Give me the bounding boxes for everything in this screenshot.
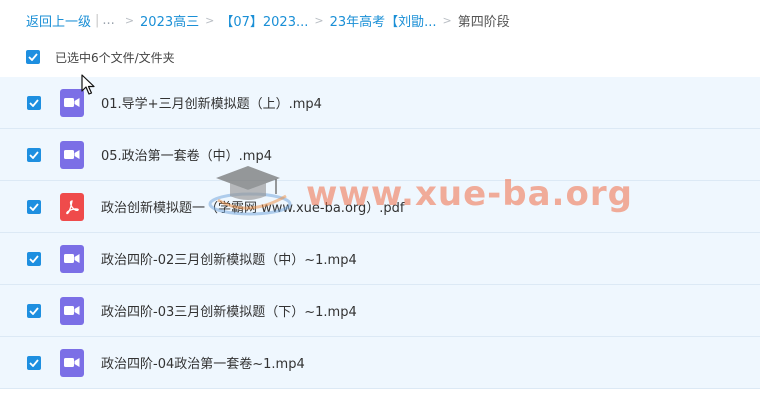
select-all-checkbox[interactable]	[26, 50, 40, 64]
breadcrumb-item[interactable]: 【07】2023...	[220, 11, 308, 30]
video-file-icon	[60, 244, 84, 273]
row-checkbox[interactable]	[27, 303, 41, 318]
check-icon	[28, 53, 38, 61]
video-file-icon	[60, 140, 84, 169]
file-row[interactable]: 政治四阶-04政治第一套卷~1.mp4	[0, 337, 760, 389]
video-file-icon	[60, 348, 84, 377]
row-checkbox[interactable]	[27, 199, 41, 214]
breadcrumb-divider: |	[95, 12, 100, 28]
selection-bar: 已选中6个文件/文件夹	[26, 48, 175, 66]
breadcrumb-item[interactable]: 2023高三	[140, 11, 199, 30]
breadcrumb-ellipsis[interactable]: ...	[102, 13, 114, 28]
check-icon	[29, 306, 39, 315]
chevron-right-icon: >	[314, 13, 324, 27]
pdf-file-icon	[60, 192, 84, 221]
breadcrumb-current: 第四阶段	[457, 14, 510, 30]
row-checkbox[interactable]	[27, 95, 41, 110]
check-icon	[29, 98, 39, 107]
file-row[interactable]: 政治四阶-03三月创新模拟题（下）~1.mp4	[0, 285, 760, 337]
check-icon	[29, 358, 39, 367]
breadcrumb: 返回上一级 | ... > 2023高三 > 【07】2023... > 23年…	[26, 10, 510, 30]
row-checkbox[interactable]	[27, 147, 41, 162]
chevron-right-icon: >	[442, 13, 452, 27]
row-checkbox[interactable]	[27, 355, 41, 370]
mouse-cursor-icon	[81, 74, 95, 95]
breadcrumb-item[interactable]: 23年高考【刘勖...	[330, 11, 437, 30]
file-row[interactable]: 05.政治第一套卷（中）.mp4	[0, 129, 760, 181]
chevron-right-icon: >	[205, 13, 215, 27]
check-icon	[29, 254, 39, 263]
selection-count-label: 已选中6个文件/文件夹	[55, 50, 175, 65]
file-row[interactable]: 01.导学+三月创新模拟题（上）.mp4	[0, 77, 760, 129]
file-name[interactable]: 政治四阶-03三月创新模拟题（下）~1.mp4	[101, 301, 357, 320]
back-link[interactable]: 返回上一级	[26, 11, 91, 30]
chevron-right-icon: >	[124, 13, 135, 27]
file-list: 01.导学+三月创新模拟题（上）.mp4 05.政治第一套卷（中）.mp4 政治…	[0, 77, 760, 389]
file-row[interactable]: 政治四阶-02三月创新模拟题（中）~1.mp4	[0, 233, 760, 285]
check-icon	[29, 150, 39, 159]
file-name[interactable]: 政治四阶-02三月创新模拟题（中）~1.mp4	[101, 249, 357, 268]
file-name[interactable]: 05.政治第一套卷（中）.mp4	[101, 145, 272, 164]
file-name[interactable]: 政治创新模拟题一（学霸网 www.xue-ba.org）.pdf	[101, 197, 404, 216]
file-row[interactable]: 政治创新模拟题一（学霸网 www.xue-ba.org）.pdf	[0, 181, 760, 233]
video-file-icon	[60, 296, 84, 325]
file-name[interactable]: 01.导学+三月创新模拟题（上）.mp4	[101, 93, 322, 112]
row-checkbox[interactable]	[27, 251, 41, 266]
file-name[interactable]: 政治四阶-04政治第一套卷~1.mp4	[101, 353, 305, 372]
check-icon	[29, 202, 39, 211]
